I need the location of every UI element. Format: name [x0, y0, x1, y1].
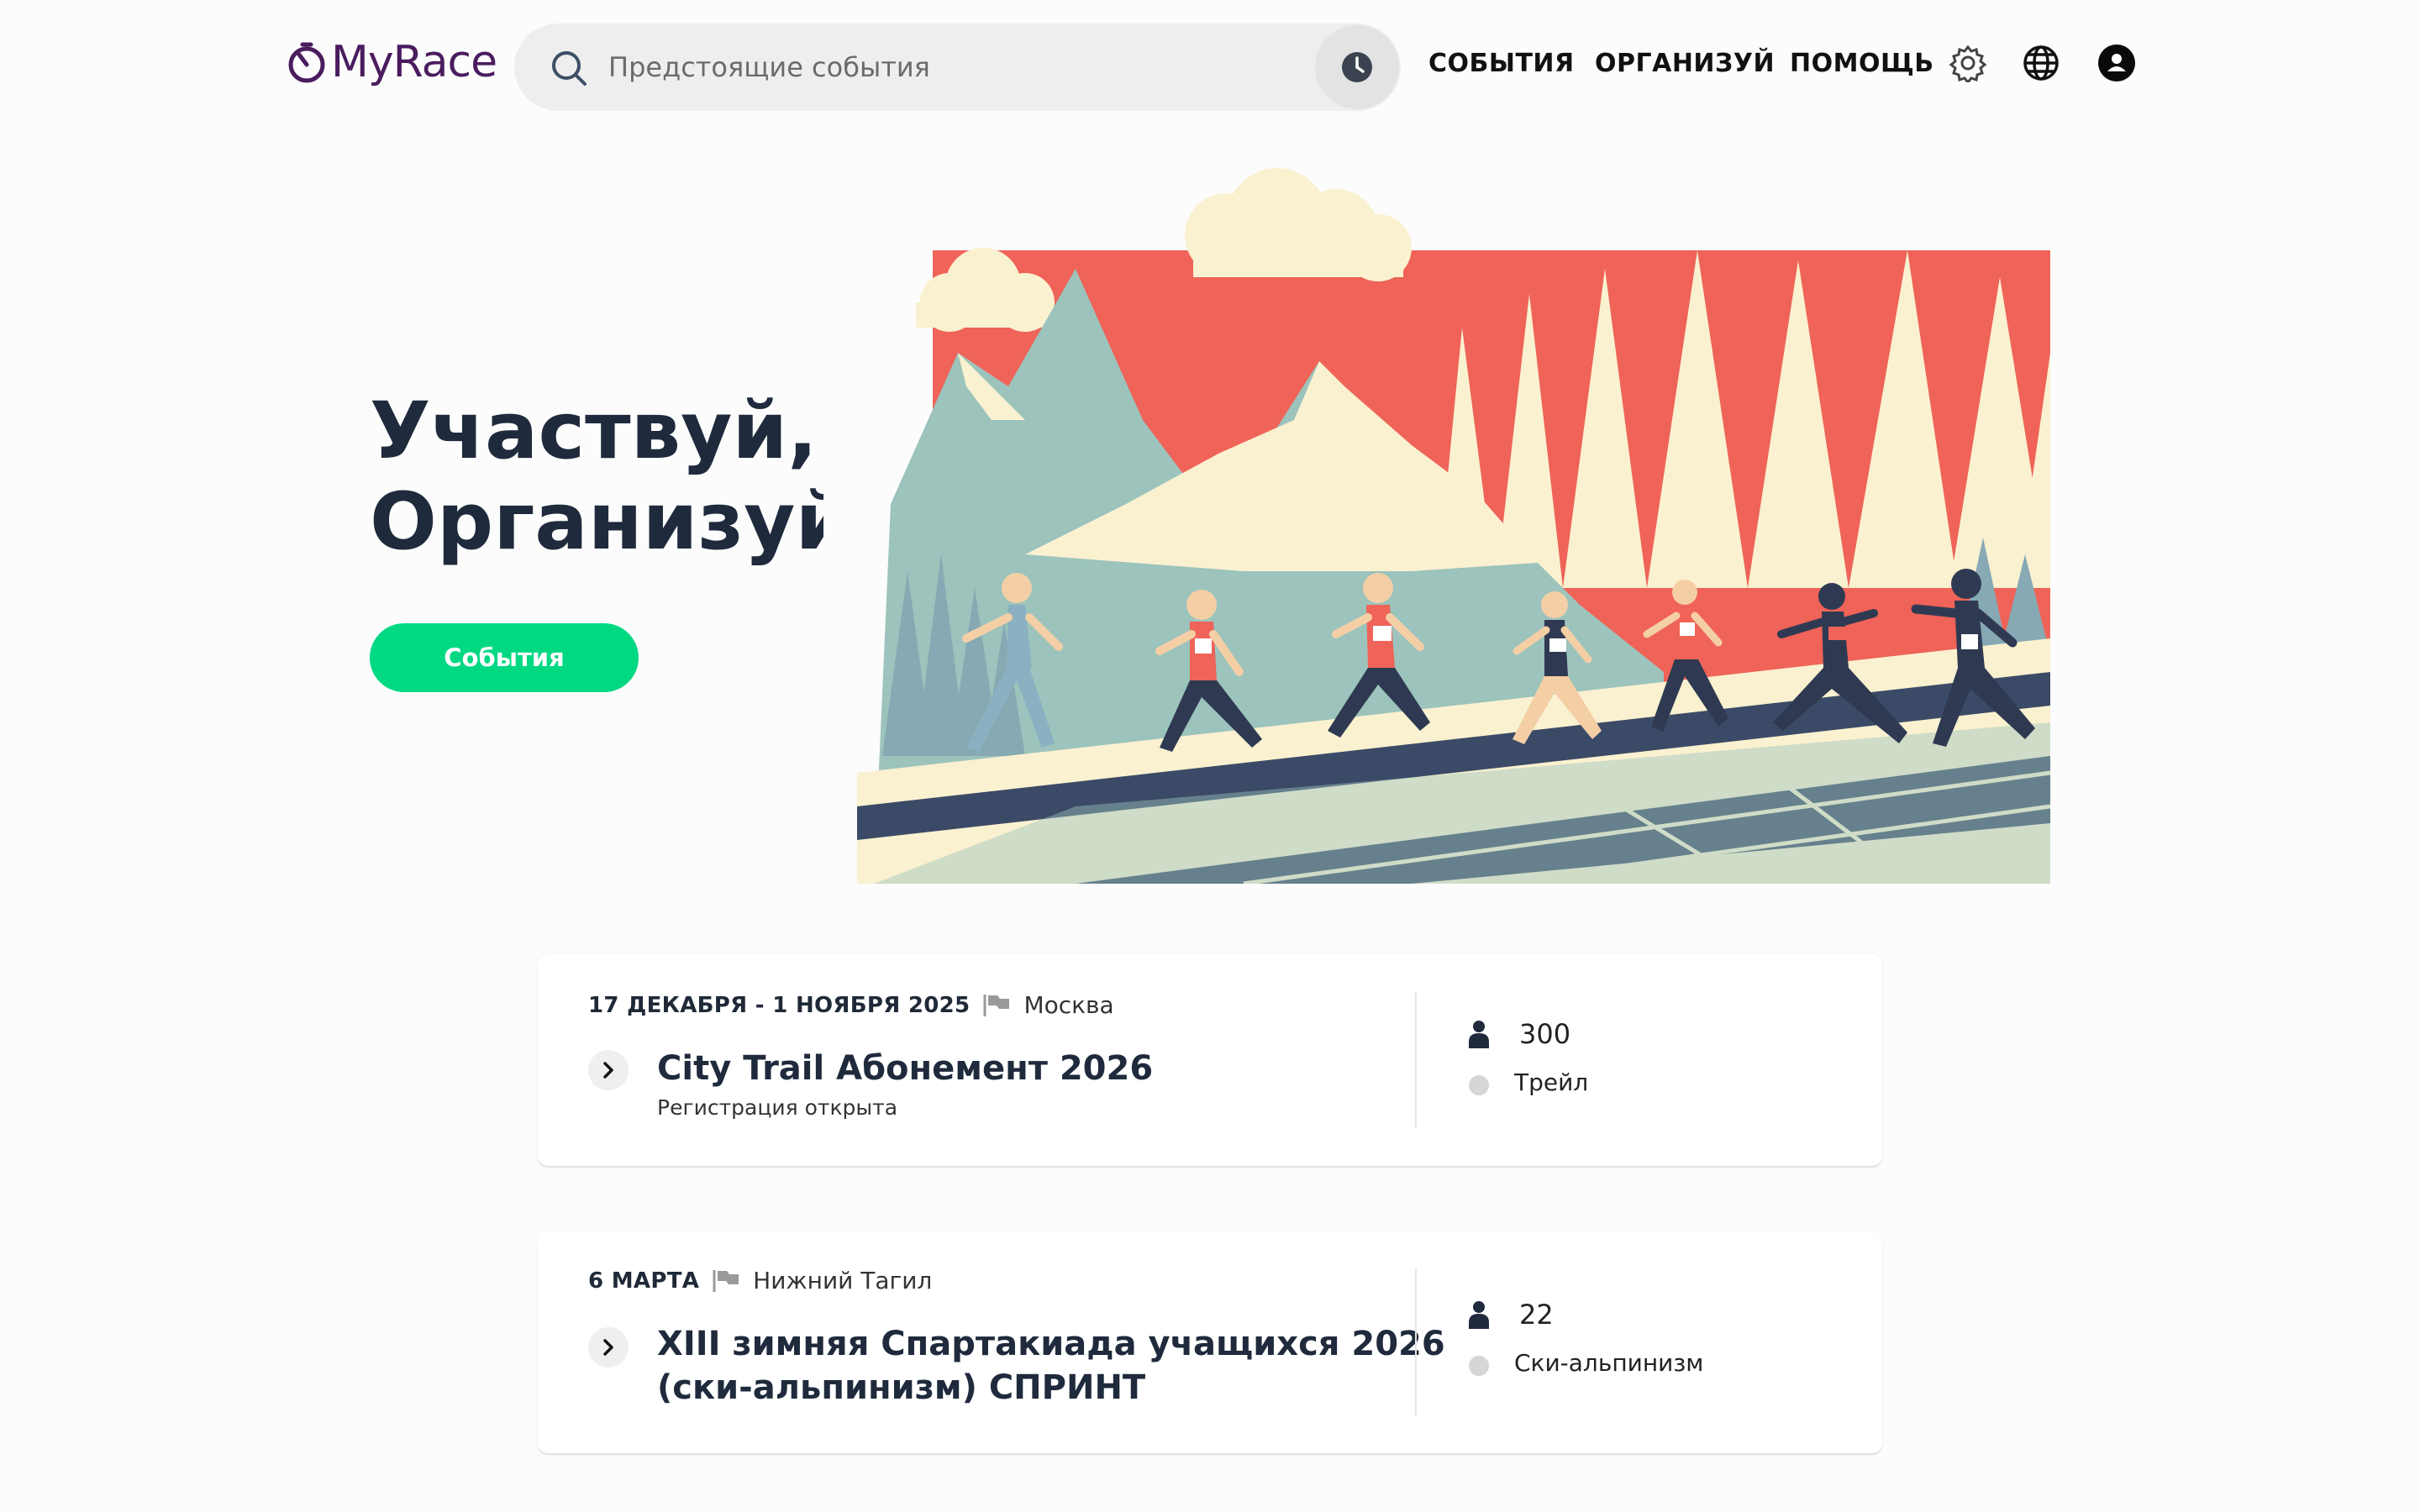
flag-icon [981, 993, 1012, 1018]
flag-icon [711, 1268, 741, 1294]
hero-title-line-2: Организуй [370, 476, 851, 568]
event-city: Москва [1023, 991, 1114, 1019]
language-button[interactable] [2022, 44, 2060, 82]
event-title[interactable]: XIII зимняя Спартакиада учащихся 2026 (с… [657, 1322, 1445, 1410]
participants-count: 22 [1519, 1299, 1554, 1331]
event-date: 17 ДЕКАБРЯ - 1 НОЯБРЯ 2025 [588, 992, 971, 1018]
hero-illustration [823, 168, 2050, 884]
nav-events[interactable]: СОБЫТИЯ [1428, 49, 1575, 78]
runners-illustration [823, 168, 2050, 884]
chevron-right-icon [603, 1339, 613, 1356]
participants-icon [1467, 1300, 1491, 1329]
events-button[interactable]: События [370, 623, 639, 692]
nav-help[interactable]: ПОМОЩЬ [1790, 49, 1934, 78]
chevron-right-icon [603, 1062, 613, 1079]
gear-icon [1949, 45, 1987, 82]
search-bar [514, 24, 1401, 111]
hero-title: Участвуй, Организуй [370, 386, 851, 568]
logo-text: MyRace [331, 37, 497, 87]
nav-organize[interactable]: ОРГАНИЗУЙ [1595, 49, 1775, 78]
sport-type: Ски-альпинизм [1514, 1349, 1704, 1377]
event-status: Регистрация открыта [657, 1095, 898, 1120]
event-title-line-2: (ски-альпинизм) СПРИНТ [657, 1368, 1146, 1407]
expand-button[interactable] [588, 1050, 629, 1090]
globe-icon [2023, 45, 2059, 81]
account-button[interactable] [2097, 44, 2136, 82]
event-card[interactable]: 6 МАРТА Нижний Тагил XIII зимняя Спартак… [538, 1231, 1882, 1453]
event-meta: 6 МАРТА Нижний Тагил [588, 1267, 932, 1294]
event-title-line-1: XIII зимняя Спартакиада учащихся 2026 [657, 1325, 1445, 1363]
event-meta: 17 ДЕКАБРЯ - 1 НОЯБРЯ 2025 Москва [588, 991, 1114, 1019]
card-divider [1415, 1268, 1417, 1416]
top-header: MyRace СОБЫТИЯ ОРГАНИЗУЙ ПОМОЩЬ [0, 0, 2420, 126]
sport-type-dot [1469, 1075, 1489, 1095]
expand-button[interactable] [588, 1327, 629, 1368]
sport-type: Трейл [1514, 1068, 1589, 1096]
stopwatch-icon [288, 42, 325, 83]
settings-button[interactable] [1949, 44, 1987, 82]
event-title[interactable]: City Trail Абонемент 2026 [657, 1047, 1153, 1090]
sport-type-dot [1469, 1356, 1489, 1376]
event-date: 6 МАРТА [588, 1268, 700, 1294]
hero-title-line-1: Участвуй, [370, 386, 818, 477]
history-icon [1342, 52, 1372, 82]
search-input[interactable] [608, 24, 1281, 111]
event-card[interactable]: 17 ДЕКАБРЯ - 1 НОЯБРЯ 2025 Москва City T… [538, 954, 1882, 1166]
participants-count: 300 [1519, 1018, 1571, 1050]
history-button[interactable] [1315, 25, 1399, 109]
logo[interactable]: MyRace [284, 35, 497, 89]
account-icon [2098, 45, 2135, 81]
event-city: Нижний Тагил [753, 1267, 933, 1294]
card-divider [1415, 991, 1417, 1129]
participants-icon [1467, 1020, 1491, 1048]
search-icon[interactable] [550, 49, 588, 87]
